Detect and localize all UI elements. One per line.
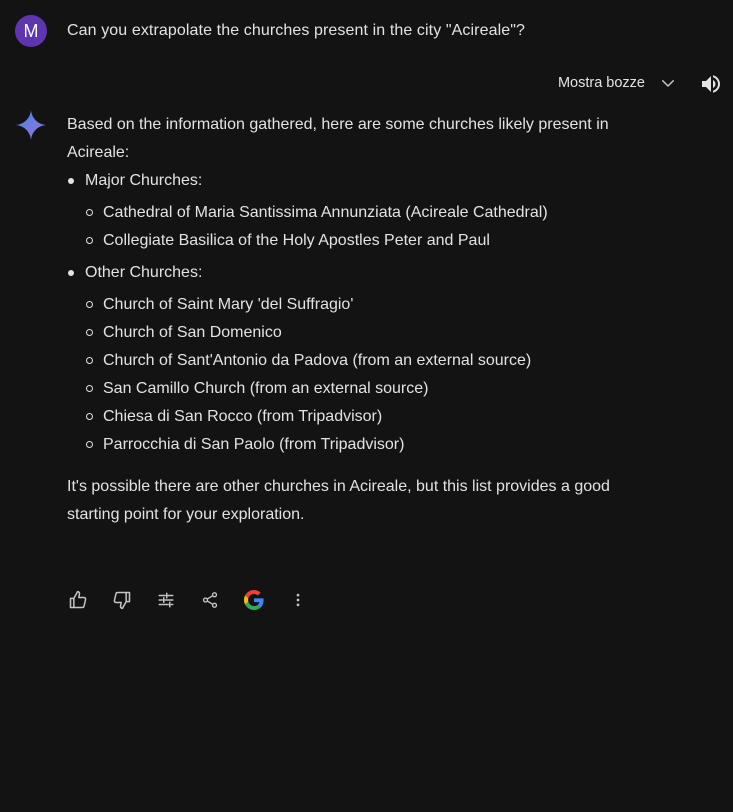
gemini-spark-icon [15, 109, 47, 141]
section-heading: Major Churches: [85, 172, 203, 189]
more-options-button[interactable] [286, 588, 310, 612]
show-drafts-button[interactable]: Mostra bozze [558, 74, 677, 92]
section-major-churches: Major Churches: Cathedral of Maria Santi… [67, 167, 647, 255]
modify-response-button[interactable] [154, 588, 178, 612]
list-item: San Camillo Church (from an external sou… [85, 375, 647, 403]
list-item: Church of Sant'Antonio da Padova (from a… [85, 347, 647, 375]
chevron-down-icon [659, 74, 677, 92]
list-item: Chiesa di San Rocco (from Tripadvisor) [85, 403, 647, 431]
list-item: Church of San Domenico [85, 319, 647, 347]
assistant-response: Based on the information gathered, here … [67, 111, 647, 529]
thumbs-up-button[interactable] [66, 588, 90, 612]
more-vert-icon [296, 593, 300, 607]
list-item: Parrocchia di San Paolo (from Tripadviso… [85, 431, 647, 459]
user-prompt-text: Can you extrapolate the churches present… [67, 22, 526, 39]
section-other-churches: Other Churches: Church of Saint Mary 'de… [67, 259, 647, 459]
thumbs-down-icon [113, 591, 131, 610]
google-search-button[interactable] [242, 588, 266, 612]
google-icon [244, 590, 264, 610]
user-avatar[interactable]: M [15, 15, 47, 47]
share-button[interactable] [198, 588, 222, 612]
list-item: Cathedral of Maria Santissima Annunziata… [85, 199, 647, 227]
major-churches-list: Cathedral of Maria Santissima Annunziata… [85, 199, 647, 255]
section-heading: Other Churches: [85, 264, 203, 281]
response-intro: Based on the information gathered, here … [67, 116, 609, 161]
user-prompt-row: M Can you extrapolate the churches prese… [15, 15, 525, 47]
response-closing: It's possible there are other churches i… [67, 478, 610, 523]
response-action-bar [66, 588, 330, 612]
show-drafts-label: Mostra bozze [557, 75, 645, 91]
read-aloud-speaker-icon[interactable] [699, 72, 723, 96]
tune-icon [158, 592, 174, 608]
chat-page: M Can you extrapolate the churches prese… [0, 0, 733, 812]
thumbs-down-button[interactable] [110, 588, 134, 612]
list-item: Collegiate Basilica of the Holy Apostles… [85, 227, 647, 255]
thumbs-up-icon [69, 590, 87, 609]
share-icon [202, 592, 218, 608]
other-churches-list: Church of Saint Mary 'del Suffragio' Chu… [85, 291, 647, 459]
list-item: Church of Saint Mary 'del Suffragio' [85, 291, 647, 319]
church-section-list: Major Churches: Cathedral of Maria Santi… [67, 167, 647, 459]
